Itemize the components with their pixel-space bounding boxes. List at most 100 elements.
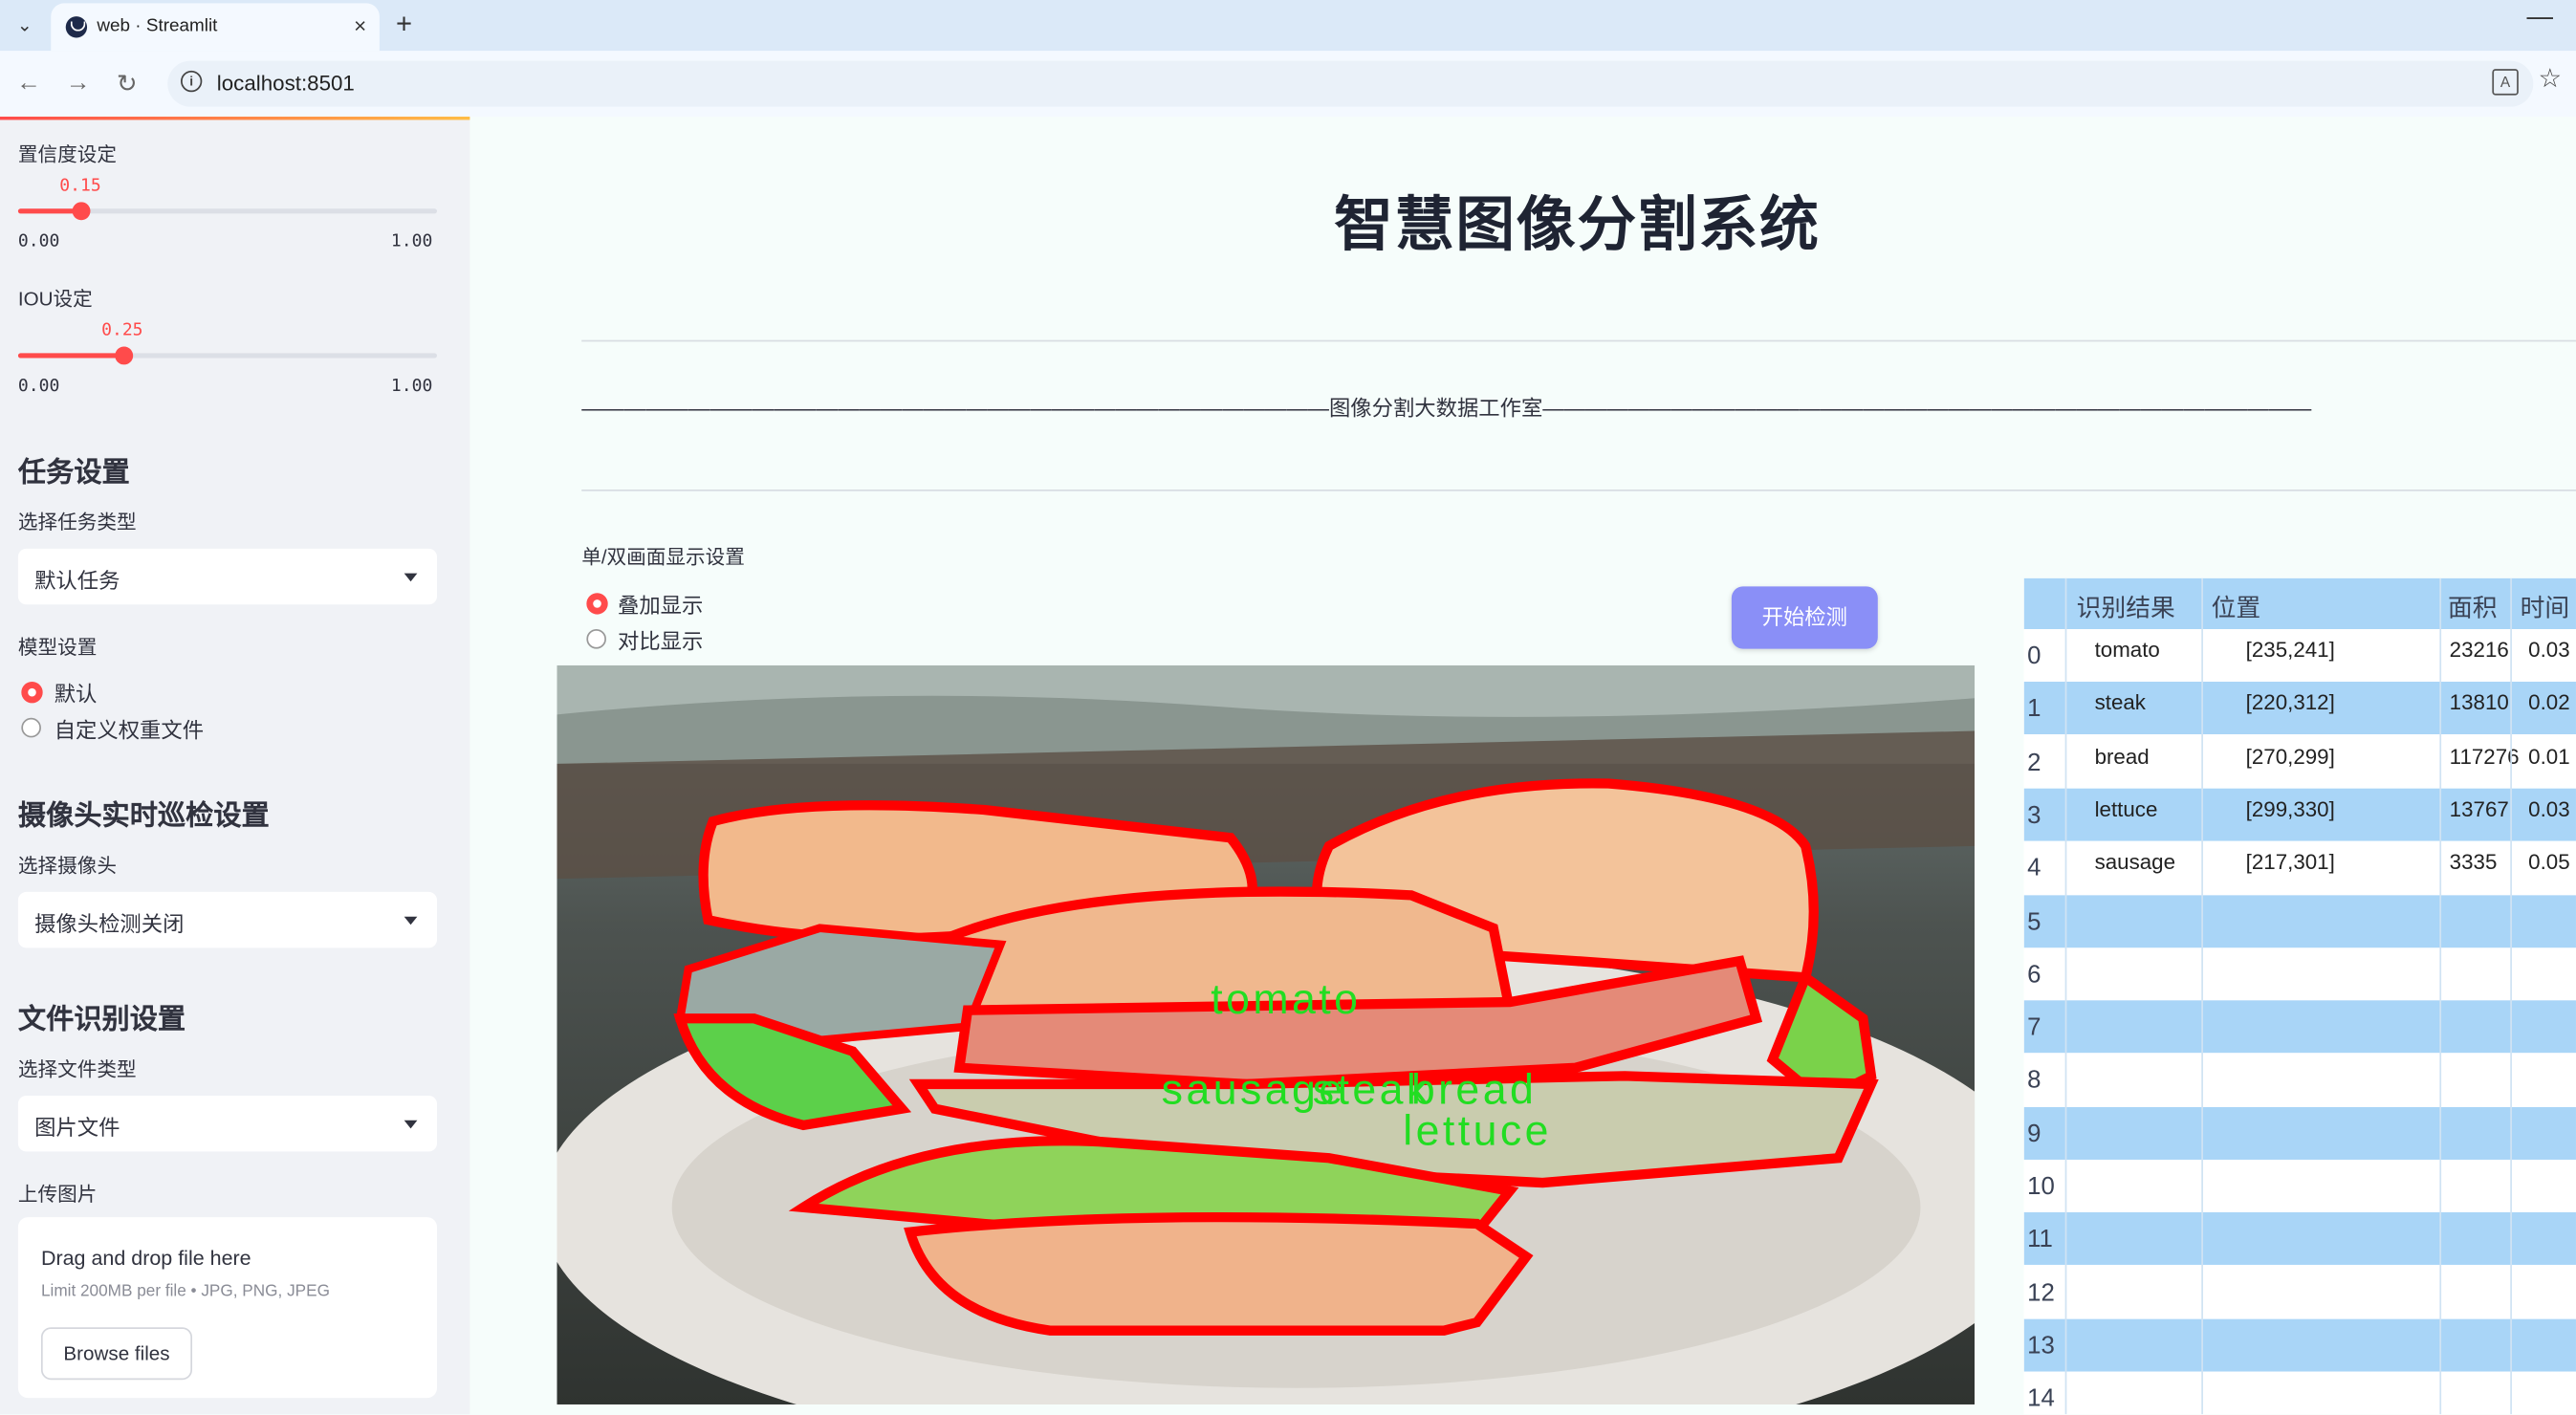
iou-slider[interactable] bbox=[17, 346, 438, 365]
table-row[interactable]: 13 bbox=[2023, 1318, 2576, 1372]
table-row[interactable]: 12 bbox=[2023, 1265, 2576, 1318]
iou-slider-fill bbox=[17, 353, 123, 359]
row-index: 3 bbox=[2027, 801, 2041, 830]
model-default-radio[interactable] bbox=[21, 682, 43, 704]
start-detection-button[interactable]: 开始检测 bbox=[1731, 586, 1878, 649]
row-index: 9 bbox=[2027, 1120, 2041, 1148]
camera-select[interactable]: 摄像头检测关闭 bbox=[17, 891, 438, 948]
table-row[interactable]: 0 tomato [235,241] 23216 0.03 bbox=[2023, 629, 2576, 683]
table-row[interactable]: 3 lettuce [299,330] 13767 0.03 bbox=[2023, 788, 2576, 841]
new-tab-icon[interactable]: + bbox=[396, 9, 412, 41]
confidence-label: 置信度设定 bbox=[17, 142, 118, 166]
camera-label: 选择摄像头 bbox=[17, 854, 118, 878]
top-accent-line bbox=[0, 116, 470, 120]
table-row[interactable]: 11 bbox=[2023, 1212, 2576, 1266]
cell-area: 23216 bbox=[2449, 637, 2509, 663]
table-row[interactable]: 2 bread [270,299] 117276 0.01 bbox=[2023, 735, 2576, 788]
tab-close-icon[interactable]: × bbox=[354, 13, 366, 38]
table-row[interactable]: 9 bbox=[2023, 1106, 2576, 1160]
model-custom-radio[interactable] bbox=[21, 717, 41, 738]
minimize-window-icon[interactable]: — bbox=[2526, 3, 2552, 33]
cell-label: sausage bbox=[2094, 849, 2176, 875]
browser-tab[interactable]: web · Streamlit × bbox=[51, 3, 380, 52]
chevron-down-icon bbox=[404, 1120, 418, 1129]
camera-settings-header: 摄像头实时巡检设置 bbox=[17, 799, 270, 832]
results-table[interactable]: 识别结果 位置 面积 时间 0 tomato [235,241] 23216 0.03 1… bbox=[2023, 577, 2576, 1415]
confidence-slider[interactable] bbox=[17, 202, 438, 221]
back-arrow-icon[interactable]: ← bbox=[16, 69, 41, 97]
file-type-value: 图片文件 bbox=[34, 1115, 120, 1141]
site-info-icon[interactable]: i bbox=[180, 70, 203, 93]
overlay-display-label[interactable]: 叠加显示 bbox=[618, 588, 703, 620]
row-index: 1 bbox=[2027, 695, 2041, 724]
cell-area: 13767 bbox=[2449, 796, 2509, 821]
file-dropzone[interactable]: Drag and drop file here Limit 200MB per … bbox=[17, 1217, 438, 1399]
compare-display-radio[interactable] bbox=[586, 629, 606, 649]
chevron-down-icon bbox=[404, 573, 418, 582]
cell-label: lettuce bbox=[2094, 796, 2158, 821]
table-row[interactable]: 5 bbox=[2023, 894, 2576, 947]
chevron-down-icon bbox=[404, 916, 418, 925]
model-custom-label[interactable]: 自定义权重文件 bbox=[55, 713, 204, 745]
confidence-value: 0.15 bbox=[59, 175, 101, 196]
iou-label: IOU设定 bbox=[17, 287, 93, 311]
cell-position: [220,312] bbox=[2245, 690, 2335, 715]
col-divider bbox=[2201, 577, 2203, 1415]
model-settings-label: 模型设置 bbox=[17, 635, 98, 659]
col-header-result[interactable]: 识别结果 bbox=[2077, 590, 2175, 624]
table-row[interactable]: 4 sausage [217,301] 3335 0.05 bbox=[2023, 840, 2576, 894]
row-index: 5 bbox=[2027, 907, 2041, 936]
col-header-area[interactable]: 面积 bbox=[2448, 590, 2498, 624]
bookmark-star-icon[interactable]: ☆ bbox=[2538, 62, 2562, 95]
row-index: 11 bbox=[2027, 1226, 2053, 1254]
segmentation-overlay-svg: tomato sausage steak bread lettuce bbox=[557, 664, 1976, 1404]
studio-divider-text: ———————————————————————————————————图像分割大… bbox=[581, 396, 2312, 421]
model-default-label[interactable]: 默认 bbox=[55, 677, 98, 708]
cell-time: 0.03 bbox=[2528, 796, 2570, 821]
cell-label: steak bbox=[2094, 690, 2146, 715]
iou-max: 1.00 bbox=[390, 376, 433, 397]
forward-arrow-icon[interactable]: → bbox=[66, 69, 91, 97]
browse-files-button[interactable]: Browse files bbox=[40, 1327, 193, 1381]
address-bar-row: ← → ↻ i localhost:8501 A ☆ bbox=[0, 51, 2576, 117]
task-type-select[interactable]: 默认任务 bbox=[17, 548, 438, 605]
overlay-display-radio[interactable] bbox=[586, 593, 608, 615]
col-header-time[interactable]: 时间 bbox=[2521, 590, 2570, 624]
file-type-label: 选择文件类型 bbox=[17, 1057, 137, 1081]
reload-icon[interactable]: ↻ bbox=[117, 69, 138, 98]
url-text[interactable]: localhost:8501 bbox=[217, 71, 355, 96]
label-tomato: tomato bbox=[1211, 976, 1361, 1023]
row-index: 10 bbox=[2027, 1172, 2055, 1201]
dropzone-title: Drag and drop file here bbox=[40, 1247, 251, 1271]
table-row[interactable]: 10 bbox=[2023, 1159, 2576, 1212]
confidence-slider-thumb[interactable] bbox=[73, 202, 91, 221]
table-row[interactable]: 7 bbox=[2023, 1000, 2576, 1054]
file-type-select[interactable]: 图片文件 bbox=[17, 1095, 438, 1152]
translate-icon[interactable]: A bbox=[2492, 69, 2519, 96]
col-header-position[interactable]: 位置 bbox=[2212, 590, 2261, 624]
table-row[interactable]: 8 bbox=[2023, 1053, 2576, 1106]
confidence-max: 1.00 bbox=[390, 231, 433, 251]
cell-position: [235,241] bbox=[2245, 637, 2335, 663]
cell-label: bread bbox=[2094, 743, 2150, 769]
table-row[interactable]: 6 bbox=[2023, 947, 2576, 1000]
mask-bread-bottom bbox=[904, 1211, 1534, 1336]
tab-title: web · Streamlit bbox=[97, 16, 218, 36]
row-index: 8 bbox=[2027, 1066, 2041, 1095]
file-settings-header: 文件识别设置 bbox=[17, 1003, 186, 1035]
streamlit-favicon-icon bbox=[65, 16, 88, 38]
iou-min: 0.00 bbox=[17, 376, 60, 397]
row-index: 13 bbox=[2027, 1332, 2055, 1361]
iou-slider-thumb[interactable] bbox=[114, 346, 133, 365]
row-index: 2 bbox=[2027, 748, 2041, 776]
table-row[interactable]: 14 bbox=[2023, 1371, 2576, 1415]
compare-display-label[interactable]: 对比显示 bbox=[618, 624, 703, 656]
url-field[interactable]: i localhost:8501 A ☆ bbox=[167, 60, 2562, 107]
divider-top bbox=[581, 339, 2576, 342]
tab-search-chevron-icon[interactable]: ⌄ bbox=[10, 11, 39, 41]
page-title: 智慧图像分割系统 bbox=[1334, 190, 1821, 258]
confidence-min: 0.00 bbox=[17, 231, 60, 251]
cell-area: 13810 bbox=[2449, 690, 2509, 715]
task-type-label: 选择任务类型 bbox=[17, 511, 137, 534]
table-row[interactable]: 1 steak [220,312] 13810 0.02 bbox=[2023, 682, 2576, 735]
